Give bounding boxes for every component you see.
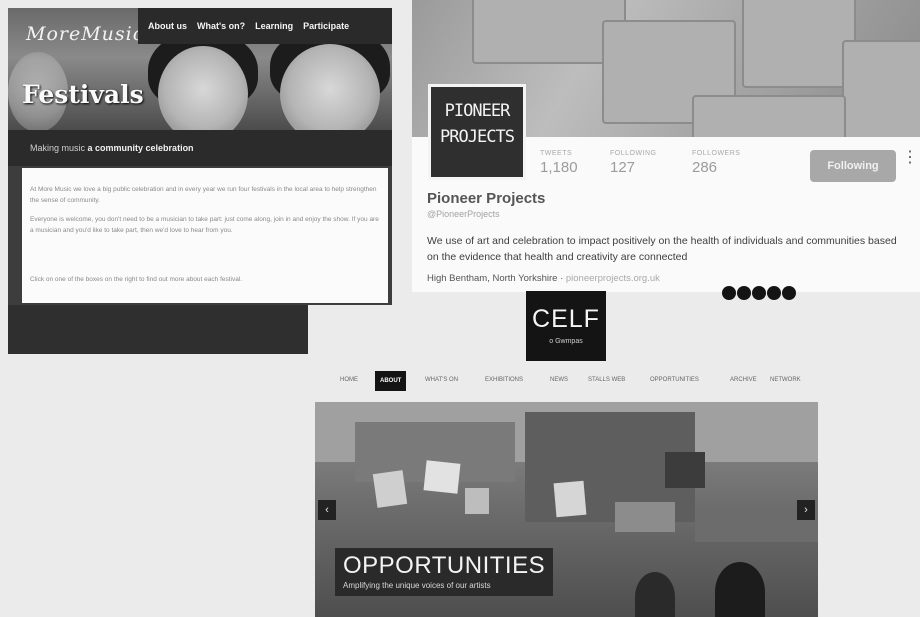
social-icon-2[interactable] [737, 286, 751, 300]
paragraph-click: Click on one of the boxes on the right t… [30, 276, 243, 283]
nav-archive[interactable]: ARCHIVE [730, 377, 757, 383]
profile-location: High Bentham, North Yorkshire · pioneerp… [427, 273, 660, 284]
nav-exhibitions[interactable]: EXHIBITIONS [485, 377, 523, 383]
slide-paper [465, 488, 489, 514]
avatar-line-1: PIONEER [444, 101, 511, 121]
celf-logo-text: CELF [532, 305, 600, 333]
stat-followers[interactable]: FOLLOWERS 286 [692, 150, 740, 176]
more-music-logo[interactable]: MoreMusic [26, 23, 144, 45]
slide-paper [423, 460, 461, 494]
avatar-line-2: PROJECTS [440, 127, 515, 147]
tagline-bold: a community celebration [87, 143, 194, 153]
hero-slider: ‹ › OPPORTUNITIES Amplifying the unique … [315, 402, 818, 617]
pioneer-twitter-profile: PIONEER PROJECTS TWEETS 1,180 FOLLOWING … [412, 0, 920, 292]
stat-value: 286 [692, 159, 718, 176]
page-title: Festivals [22, 80, 144, 109]
nav-about-us[interactable]: About us [148, 21, 187, 31]
background-gap [308, 305, 392, 354]
more-music-nav: About us What's on? Learning Participate [138, 8, 392, 44]
more-music-panel: MoreMusic About us What's on? Learning P… [8, 8, 392, 354]
social-icon-5[interactable] [782, 286, 796, 300]
paragraph-welcome: Everyone is welcome, you don't need to b… [30, 216, 379, 234]
arrow-left-icon[interactable]: ‹ [318, 500, 336, 520]
profile-bio: We use of art and celebration to impact … [427, 235, 897, 263]
website-link[interactable]: pioneerprojects.org.uk [566, 273, 660, 284]
celf-logo-subtext: o Gwmpas [549, 338, 583, 345]
slide-paper [372, 470, 408, 508]
slide-caption: OPPORTUNITIES Amplifying the unique voic… [335, 548, 554, 596]
profile-handle[interactable]: @PioneerProjects [427, 209, 500, 219]
nav-network[interactable]: NETWORK [770, 377, 801, 383]
celf-logo[interactable]: CELF o Gwmpas [526, 291, 606, 361]
stat-tweets[interactable]: TWEETS 1,180 [540, 150, 578, 176]
stat-label: TWEETS [540, 150, 573, 157]
slide-paper [615, 502, 675, 532]
tagline-bar: Making music a community celebration [8, 130, 392, 166]
slide-paper [665, 452, 705, 488]
social-icons [722, 286, 797, 300]
nav-home[interactable]: HOME [340, 377, 358, 383]
slide-figure [715, 562, 765, 617]
tagline-prefix: Making music [30, 143, 86, 153]
nav-participate[interactable]: Participate [303, 21, 349, 31]
social-icon-3[interactable] [752, 286, 766, 300]
nav-about[interactable]: ABOUT [375, 371, 407, 391]
slide-title[interactable]: OPPORTUNITIES [343, 552, 545, 580]
content-box: At More Music we love a big public celeb… [22, 168, 388, 303]
profile-avatar[interactable]: PIONEER PROJECTS [428, 84, 526, 180]
profile-name[interactable]: Pioneer Projects [427, 190, 545, 207]
nav-learning[interactable]: Learning [255, 21, 293, 31]
nav-opportunities[interactable]: OPPORTUNITIES [650, 377, 699, 383]
celf-nav: HOME ABOUT WHAT'S ON EXHIBITIONS NEWS ST… [330, 371, 830, 391]
stat-value: 1,180 [540, 159, 578, 176]
social-icon-1[interactable] [722, 286, 736, 300]
slide-figure [635, 572, 675, 617]
nav-whats-on[interactable]: WHAT'S ON [425, 377, 458, 383]
stat-following[interactable]: FOLLOWING 127 [610, 150, 657, 176]
social-icon-4[interactable] [767, 286, 781, 300]
arrow-right-icon[interactable]: › [797, 500, 815, 520]
following-button[interactable]: Following [810, 150, 896, 182]
nav-whats-on[interactable]: What's on? [197, 21, 245, 31]
stat-value: 127 [610, 159, 636, 176]
paragraph-intro: At More Music we love a big public celeb… [30, 186, 377, 204]
tagline: Making music a community celebration [30, 143, 194, 153]
slide-paper [553, 480, 587, 518]
stat-label: FOLLOWING [610, 150, 657, 157]
more-options-icon[interactable]: ⋮ [902, 150, 918, 166]
stat-label: FOLLOWERS [692, 150, 741, 157]
location-text: High Bentham, North Yorkshire · [427, 273, 566, 284]
footer-strip [8, 305, 308, 354]
slide-subtitle: Amplifying the unique voices of our arti… [343, 581, 491, 590]
nav-news[interactable]: NEWS [550, 377, 568, 383]
nav-stalls-web[interactable]: STALLS WEB [588, 377, 625, 383]
